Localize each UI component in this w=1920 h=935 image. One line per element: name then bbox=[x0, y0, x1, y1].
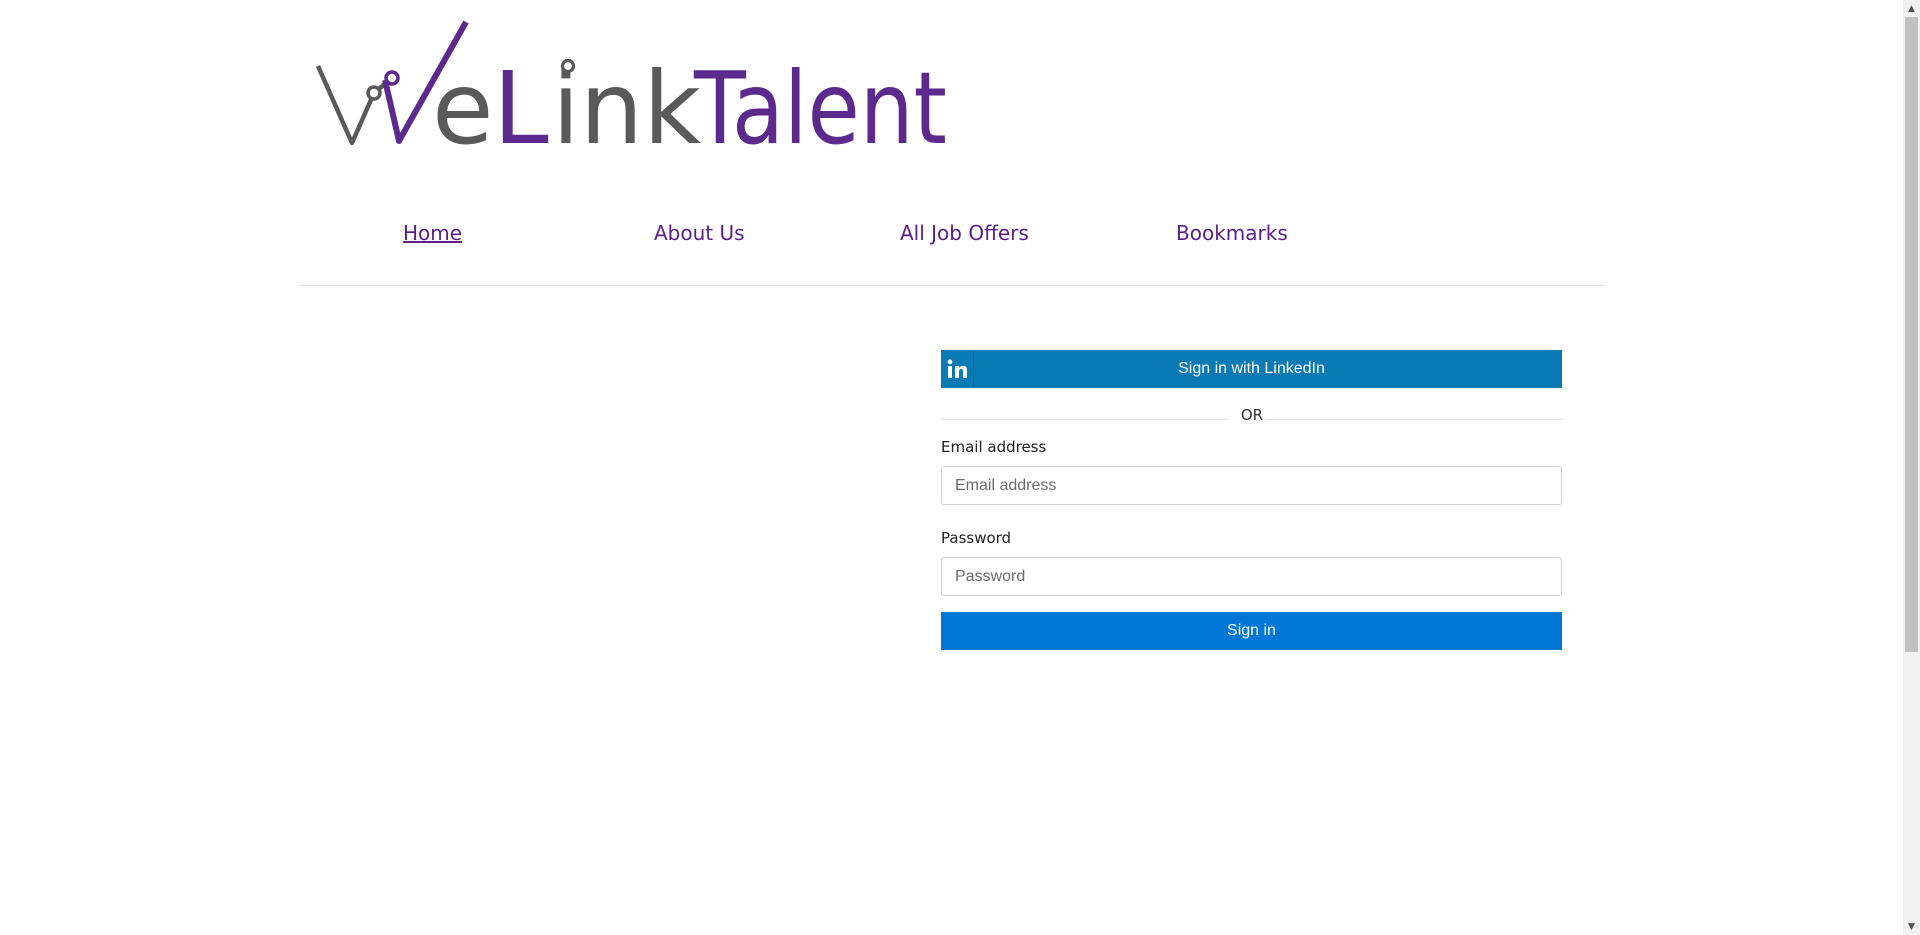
password-field[interactable] bbox=[941, 557, 1562, 596]
site-logo[interactable]: e L ink Talent bbox=[314, 18, 954, 168]
page: e L ink Talent Home About Us All Job Off… bbox=[0, 0, 1920, 935]
password-field-group: Password bbox=[941, 529, 1562, 596]
linkedin-signin-button[interactable]: Sign in with LinkedIn bbox=[941, 350, 1562, 388]
page-scrollbar[interactable]: ▲ ▼ bbox=[1903, 0, 1920, 935]
nav-home-link[interactable]: Home bbox=[403, 221, 462, 245]
svg-text:e: e bbox=[432, 50, 494, 167]
password-label: Password bbox=[941, 529, 1012, 547]
or-separator-line-right bbox=[1266, 419, 1562, 420]
signin-button[interactable]: Sign in bbox=[941, 612, 1562, 650]
or-separator-text: OR bbox=[1240, 406, 1264, 424]
login-form: Sign in with LinkedIn OR Email address P… bbox=[941, 350, 1562, 650]
linkedin-signin-label: Sign in with LinkedIn bbox=[1178, 360, 1325, 377]
nav-bookmarks-link[interactable]: Bookmarks bbox=[1176, 221, 1288, 245]
nav-about-us-link[interactable]: About Us bbox=[654, 221, 745, 245]
svg-text:Talent: Talent bbox=[693, 50, 947, 167]
linkedin-icon bbox=[941, 350, 974, 388]
scroll-down-arrow-icon[interactable]: ▼ bbox=[1903, 918, 1920, 935]
email-field-group: Email address bbox=[941, 438, 1562, 505]
or-separator: OR bbox=[941, 388, 1562, 438]
email-label: Email address bbox=[941, 438, 1047, 456]
email-field[interactable] bbox=[941, 466, 1562, 505]
header-divider bbox=[300, 285, 1604, 286]
main-nav: Home About Us All Job Offers Bookmarks bbox=[300, 213, 1604, 273]
scrollbar-thumb[interactable] bbox=[1905, 17, 1918, 652]
nav-all-job-offers-link[interactable]: All Job Offers bbox=[900, 221, 1029, 245]
scroll-up-arrow-icon[interactable]: ▲ bbox=[1903, 0, 1920, 17]
svg-text:L: L bbox=[493, 50, 549, 167]
or-separator-line-left bbox=[941, 419, 1228, 420]
